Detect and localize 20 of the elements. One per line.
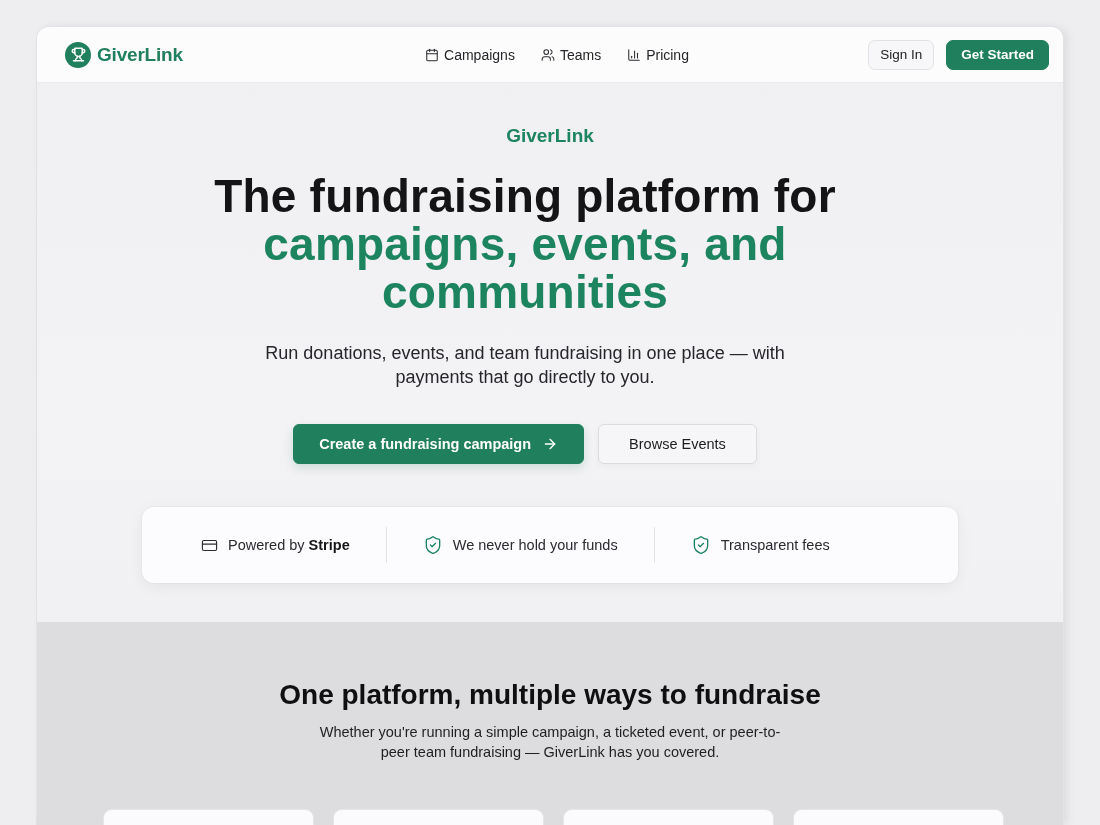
sign-in-button[interactable]: Sign In — [868, 39, 935, 70]
hero-headline: The fundraising platform for campaigns, events, and communities — [213, 172, 837, 316]
section-title: One platform, multiple ways to fundraise — [279, 679, 821, 711]
browse-events-button[interactable]: Browse Events — [598, 424, 757, 464]
nav-link[interactable]: Campaigns — [425, 46, 515, 63]
brand-name[interactable]: GiverLink — [97, 43, 183, 66]
trophy-logo-icon — [65, 41, 91, 68]
calendar-icon — [425, 47, 440, 62]
create-campaign-button[interactable]: Create a fundraising campaign — [293, 424, 585, 464]
nav-link[interactable]: Teams — [540, 46, 602, 63]
eyebrow-label: GiverLink — [506, 124, 594, 148]
section-description: Whether you're running a simple campaign, a ticketed event, or peer-to-peer team fundraising — GiverLink has you covered. — [318, 723, 782, 762]
hero-subtitle: Run donations, events, and team fundraising in one place — with payments that go directly to you. — [264, 342, 786, 389]
nav-link[interactable]: Pricing — [627, 46, 689, 63]
people-icon — [540, 47, 555, 62]
trust-text: We never hold your funds — [452, 537, 618, 553]
trust-text: Transparent fees — [720, 537, 830, 553]
get-started-button[interactable]: Get Started — [946, 39, 1049, 70]
trust-text: Powered by Stripe — [228, 537, 350, 553]
bar-chart-icon — [627, 47, 642, 62]
